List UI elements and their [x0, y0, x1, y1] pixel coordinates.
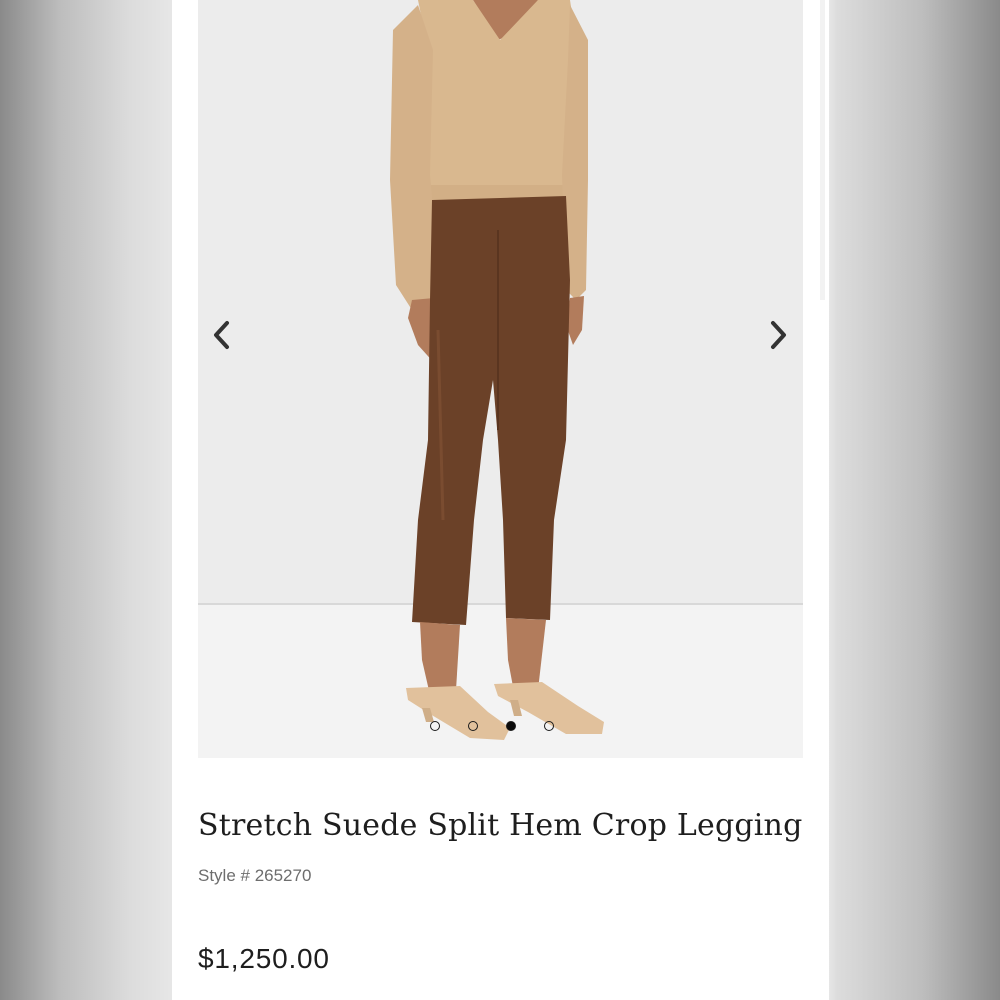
- next-image-button[interactable]: [758, 315, 798, 355]
- product-price: $1,250.00: [198, 943, 330, 974]
- carousel-dot[interactable]: [468, 721, 478, 731]
- previous-image-button[interactable]: [202, 315, 242, 355]
- product-title: Stretch Suede Split Hem Crop Legging: [198, 808, 803, 843]
- right-background: [829, 0, 1000, 1000]
- chevron-left-icon: [214, 321, 229, 349]
- carousel-dot-active[interactable]: [506, 721, 516, 731]
- scrollbar[interactable]: [820, 0, 825, 300]
- chevron-right-icon: [771, 321, 786, 349]
- carousel-dot[interactable]: [544, 721, 554, 731]
- carousel-dot[interactable]: [430, 721, 440, 731]
- carousel-pagination: [430, 721, 554, 731]
- style-number: Style # 265270: [198, 866, 312, 885]
- product-photo: [198, 0, 803, 758]
- product-image-carousel[interactable]: [198, 0, 803, 758]
